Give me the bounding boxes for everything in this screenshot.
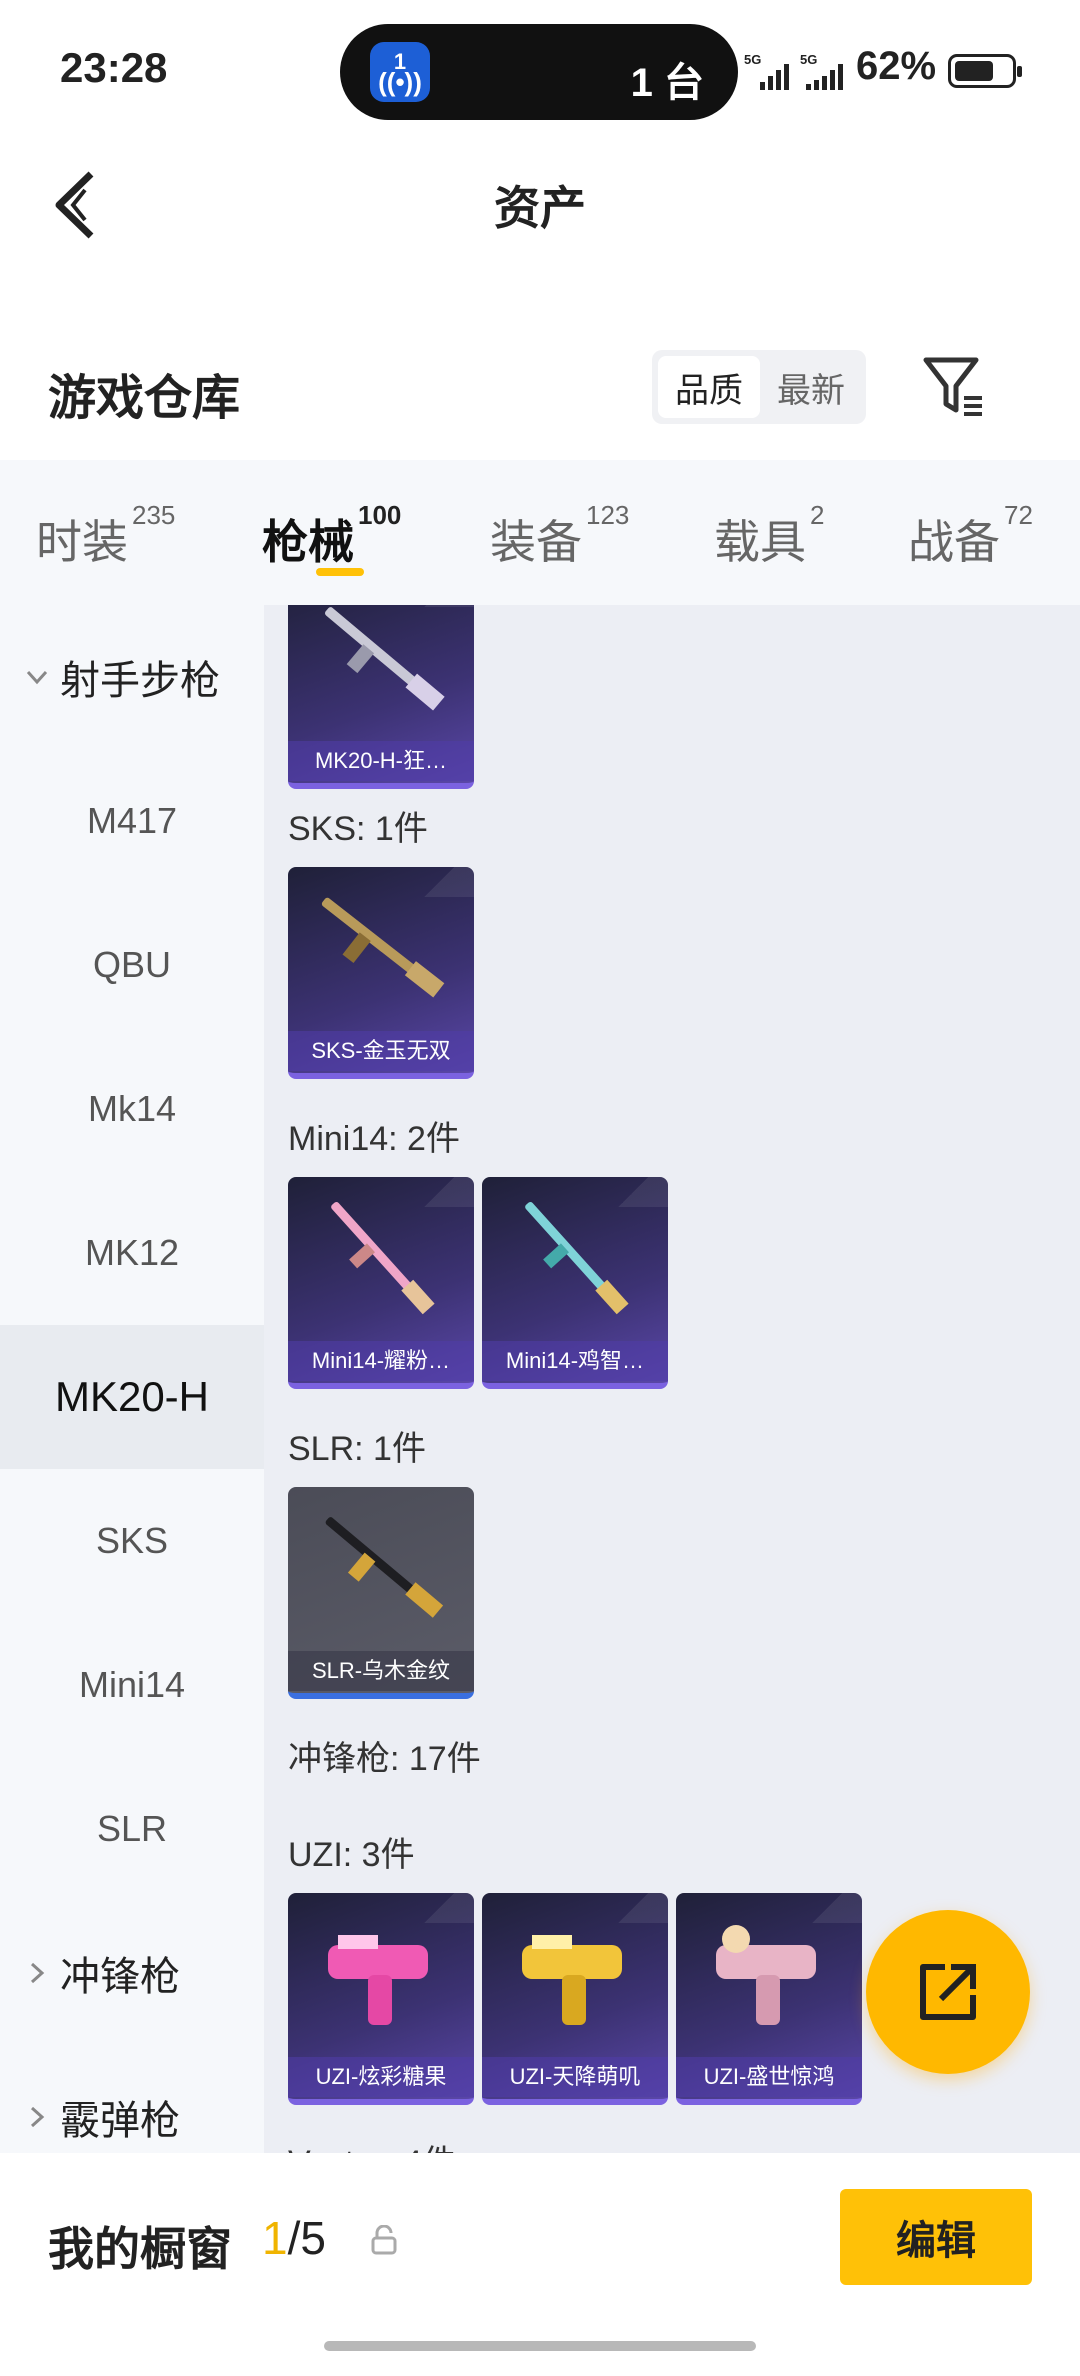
sort-latest-button[interactable]: 最新 <box>760 356 862 418</box>
showcase-count: 1/5 <box>262 2211 326 2265</box>
chevron-right-icon <box>30 2106 45 2128</box>
weapon-card-name: MK20-H-狂… <box>288 741 474 781</box>
showcase-bar: 我的橱窗 1/5 编辑 <box>0 2153 1080 2376</box>
tab-count: 100 <box>358 500 402 530</box>
rifle-icon <box>525 1201 629 1315</box>
warehouse-title: 游戏仓库 <box>48 372 241 425</box>
dynamic-island[interactable]: 1 ((•)) 1 台 <box>340 24 738 120</box>
smg-icon <box>522 1935 622 2025</box>
weapon-card-name: Mini14-鸡智… <box>482 1341 668 1381</box>
section-label: Vector: 4件 <box>288 2135 456 2153</box>
weapon-card-name: UZI-炫彩糖果 <box>288 2057 474 2097</box>
category-tabs: 时装235 枪械100 装备123 载具2 战备72 <box>0 460 1080 605</box>
page-title: 资产 <box>494 182 586 234</box>
signal-label-1: 5G <box>744 52 762 67</box>
sidebar-item-mk12[interactable]: MK12 <box>0 1181 264 1325</box>
smg-icon <box>716 1925 816 2025</box>
island-count: 1 台 <box>630 61 704 105</box>
status-time: 23:28 <box>60 44 168 91</box>
signal-bars-1-icon <box>760 58 789 90</box>
tab-label: 载具 <box>714 516 806 568</box>
lock-icon <box>371 2225 397 2255</box>
chevron-down-icon <box>26 670 48 685</box>
tab-count: 72 <box>1004 500 1033 530</box>
share-icon <box>920 1964 976 2020</box>
tab-vehicles[interactable]: 载具2 <box>714 500 824 572</box>
smg-icon <box>328 1935 428 2025</box>
broadcast-icon: 1 ((•)) <box>370 42 430 102</box>
share-button[interactable] <box>866 1910 1030 2074</box>
showcase-total: /5 <box>287 2212 326 2264</box>
weapon-card[interactable]: UZI-盛世惊鸿 <box>676 1893 862 2105</box>
sidebar-item-sks[interactable]: SKS <box>0 1469 264 1613</box>
tab-count: 123 <box>586 500 630 530</box>
weapon-card[interactable]: UZI-天降萌叽 <box>482 1893 668 2105</box>
marksman-rifle-icon <box>325 607 445 711</box>
active-tab-indicator <box>316 568 364 576</box>
battery-icon <box>948 54 1022 88</box>
sidebar-group-smg[interactable]: 冲锋枪 <box>0 1901 264 2045</box>
rifle-icon <box>321 897 445 998</box>
weapon-card-name: Mini14-耀粉… <box>288 1341 474 1381</box>
tab-equipment[interactable]: 装备123 <box>490 500 629 572</box>
sidebar-item-mini14[interactable]: Mini14 <box>0 1613 264 1757</box>
tab-label: 时装 <box>36 516 128 568</box>
sidebar-item-mk14[interactable]: Mk14 <box>0 1037 264 1181</box>
weapon-card[interactable]: UZI-炫彩糖果 <box>288 1893 474 2105</box>
weapon-card-name: SKS-金玉无双 <box>288 1031 474 1071</box>
weapon-card-name: UZI-天降萌叽 <box>482 2057 668 2097</box>
weapon-card[interactable]: Mini14-耀粉… <box>288 1177 474 1389</box>
section-label: SLR: 1件 <box>288 1430 426 1468</box>
rifle-icon <box>325 1517 444 1618</box>
tab-label: 枪械 <box>262 516 354 568</box>
weapon-card-name: SLR-乌木金纹 <box>288 1651 474 1691</box>
tab-fashion[interactable]: 时装235 <box>36 500 175 572</box>
section-label: UZI: 3件 <box>288 1836 415 1874</box>
section-label: SKS: 1件 <box>288 810 428 848</box>
weapon-sidebar: 射手步枪 M417 QBU Mk14 MK12 MK20-H SKS Mini1… <box>0 605 264 2153</box>
sidebar-item-mk20h[interactable]: MK20-H <box>0 1325 264 1469</box>
tab-label: 战备 <box>908 516 1000 568</box>
status-bar: 23:28 1 ((•)) 1 台 5G 5G 62% <box>0 0 1080 130</box>
rifle-icon <box>331 1201 435 1315</box>
sidebar-item-qbu[interactable]: QBU <box>0 893 264 1037</box>
weapon-card[interactable]: SKS-金玉无双 <box>288 867 474 1079</box>
chevron-right-icon <box>30 1962 45 1984</box>
tab-guns[interactable]: 枪械100 <box>262 500 401 572</box>
battery-percent: 62% <box>856 44 937 88</box>
tab-count: 235 <box>132 500 176 530</box>
signal-bars-2-icon <box>806 58 843 90</box>
tab-label: 装备 <box>490 516 582 568</box>
weapon-card-name: UZI-盛世惊鸿 <box>676 2057 862 2097</box>
sidebar-group-label: 霰弹枪 <box>60 2099 180 2143</box>
section-label: 冲锋枪: 17件 <box>288 1740 481 1778</box>
showcase-label: 我的橱窗 <box>48 2223 232 2275</box>
edit-button[interactable]: 编辑 <box>840 2189 1032 2285</box>
weapon-card[interactable]: Mini14-鸡智… <box>482 1177 668 1389</box>
sidebar-group-label: 冲锋枪 <box>60 1955 180 1999</box>
filter-icon <box>923 357 982 416</box>
filter-button[interactable] <box>920 352 990 422</box>
section-label: Mini14: 2件 <box>288 1120 460 1158</box>
sidebar-item-m417[interactable]: M417 <box>0 749 264 893</box>
tab-count: 2 <box>810 500 825 530</box>
sort-toggle: 品质 最新 <box>652 350 866 424</box>
home-indicator[interactable] <box>324 2341 756 2351</box>
sidebar-group-marksman[interactable]: 射手步枪 <box>0 605 264 749</box>
sort-quality-button[interactable]: 品质 <box>658 356 760 418</box>
tab-supplies[interactable]: 战备72 <box>908 500 1033 572</box>
weapon-card[interactable]: SLR-乌木金纹 <box>288 1487 474 1699</box>
sidebar-group-label: 射手步枪 <box>60 659 220 703</box>
sidebar-item-slr[interactable]: SLR <box>0 1757 264 1901</box>
showcase-current: 1 <box>262 2212 288 2264</box>
weapon-card[interactable]: MK20-H-狂… <box>288 605 474 789</box>
